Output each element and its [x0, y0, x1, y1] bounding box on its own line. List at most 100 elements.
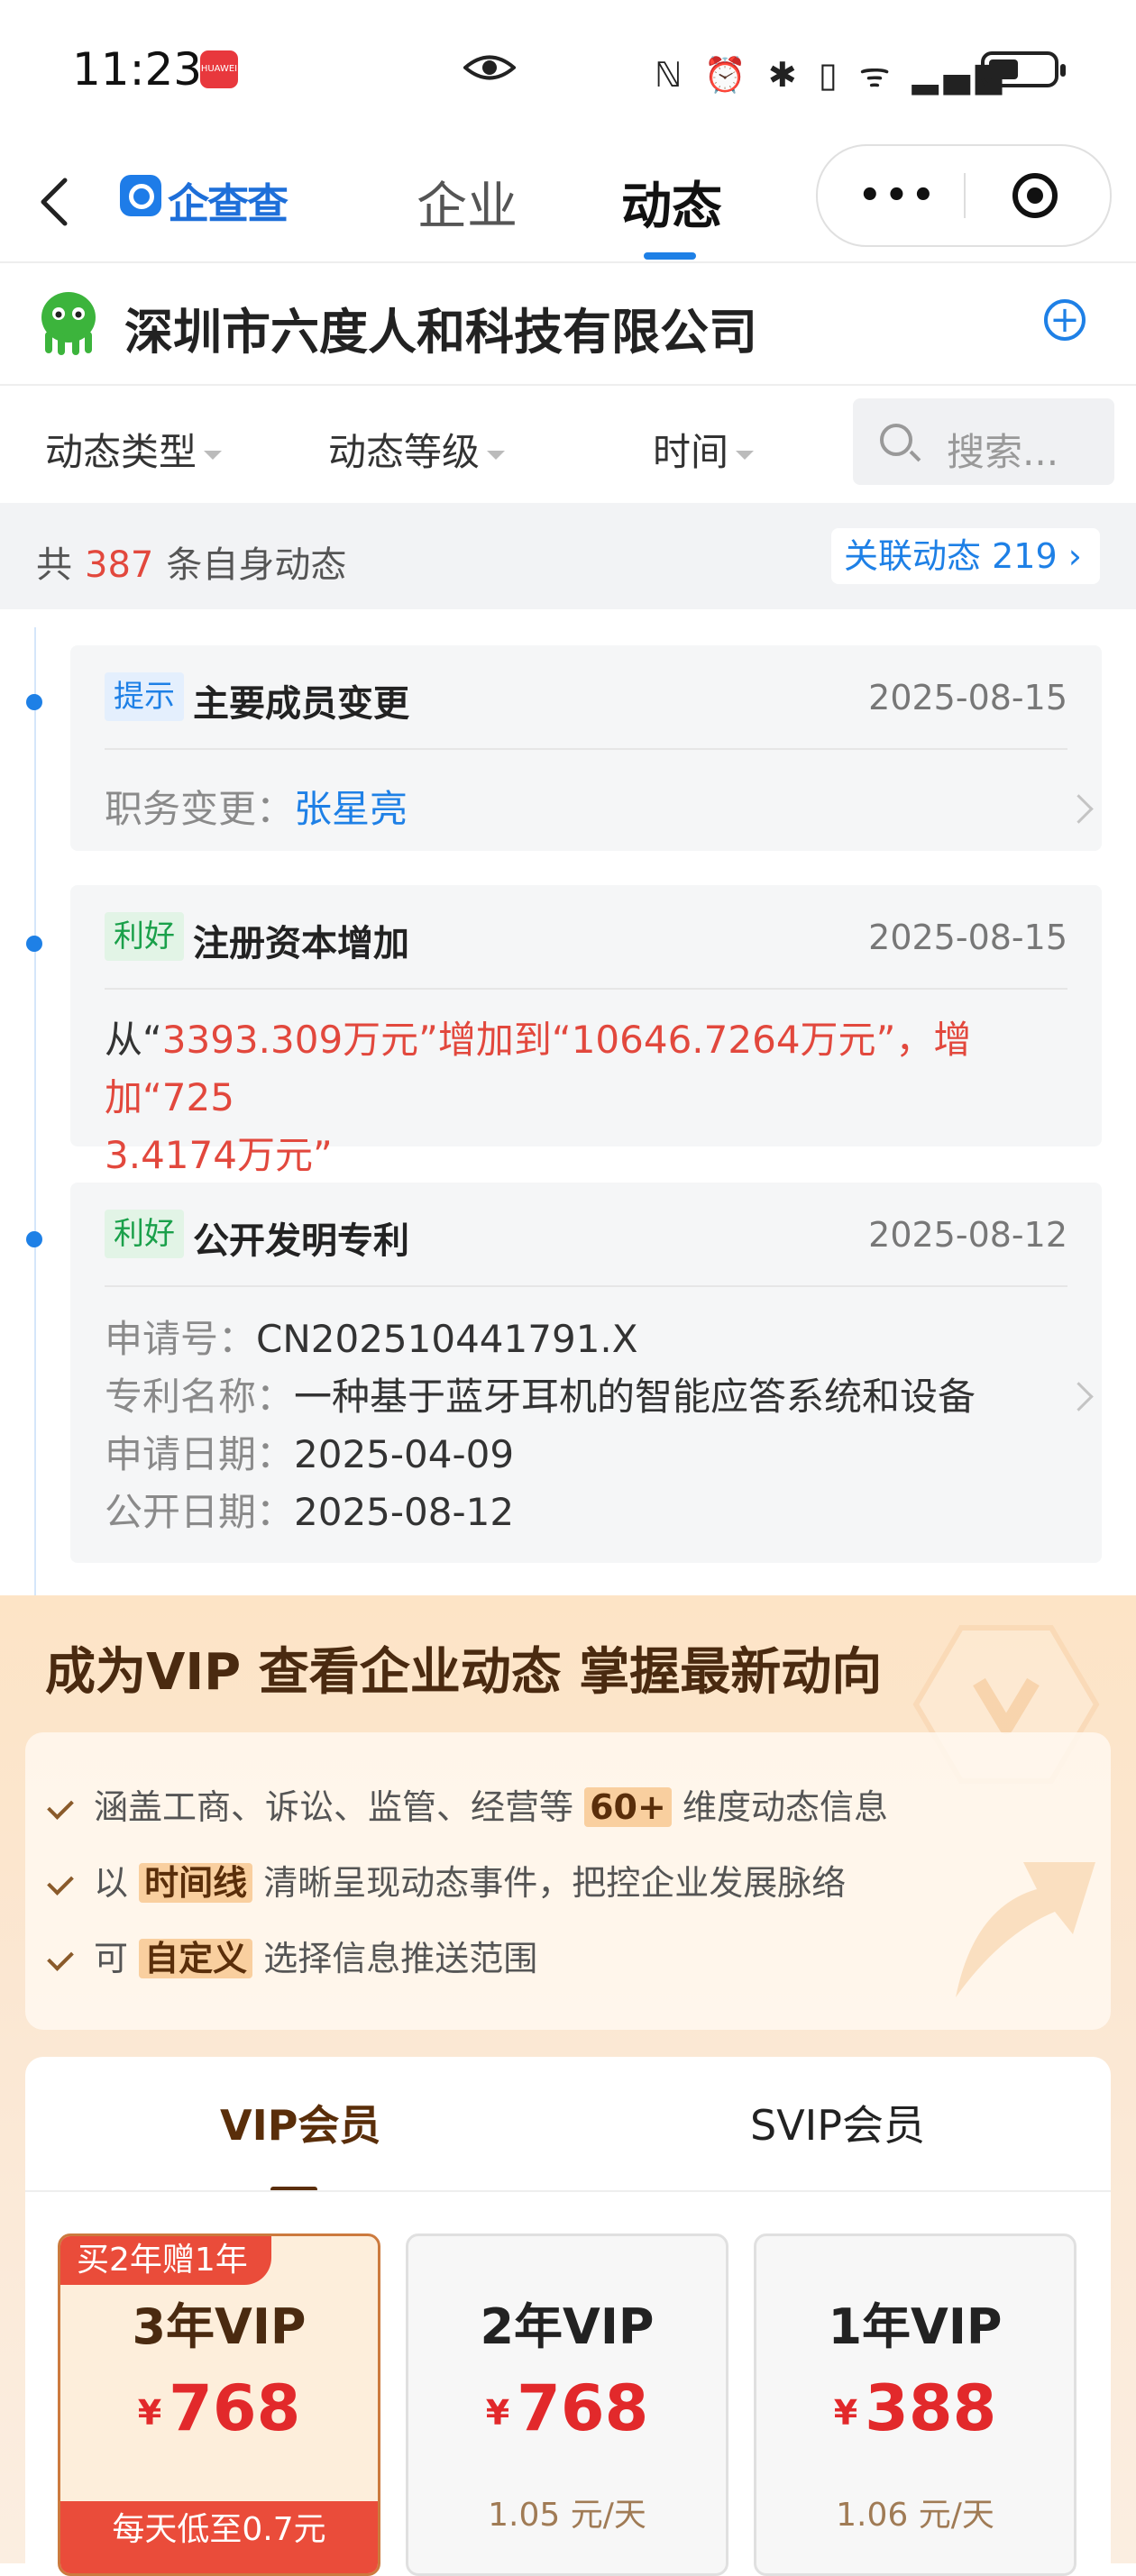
- card-divider: [105, 748, 1067, 750]
- app-logo-text: 企查查: [168, 179, 289, 228]
- benefit-text: 维度动态信息: [682, 1787, 888, 1827]
- benefit-highlight: 60+: [584, 1787, 672, 1827]
- filter-bar: 动态类型 动态等级 时间 搜索...: [0, 386, 1136, 503]
- status-bar: 11:23 HUAWEI ℕ ⏰ ✱ ▯ ᯤ ▂▄▆: [0, 0, 1136, 135]
- filter-label: 时间: [653, 430, 729, 474]
- search-input[interactable]: 搜索...: [853, 398, 1114, 485]
- value-from: 3393.309万元: [161, 1018, 419, 1062]
- chevron-right-icon: [1064, 1382, 1094, 1411]
- field-value: 一种基于蓝牙耳机的智能应答系统和设备: [294, 1375, 976, 1419]
- benefit-text: 清晰呈现动态事件，把控企业发展脉络: [263, 1863, 847, 1903]
- timeline-card-capital-increase[interactable]: 利好 注册资本增加 2025-08-15 从“3393.309万元”增加到“10…: [70, 885, 1102, 1177]
- price-value: 768: [169, 2371, 301, 2445]
- plan-panel: VIP会员 SVIP会员 买2年赠1年 3年VIP ¥768 每天低至0.7元 …: [25, 2057, 1111, 2576]
- check-icon: [47, 1868, 74, 1895]
- benefit-text: 以: [94, 1863, 129, 1903]
- search-icon: [880, 424, 912, 456]
- patent-field: 申请号：CN202510441791.X: [105, 1309, 638, 1364]
- filter-time[interactable]: 时间: [653, 422, 755, 477]
- back-icon[interactable]: [36, 175, 72, 229]
- card-row: 职务变更：张星亮: [105, 779, 408, 834]
- plan-price: ¥768: [60, 2371, 378, 2445]
- tab-dynamics[interactable]: 动态: [621, 166, 722, 239]
- plan-per-day: 1.06 元/天: [836, 2497, 994, 2534]
- price-value: 768: [517, 2371, 649, 2445]
- currency-symbol: ¥: [833, 2393, 858, 2433]
- add-follow-icon[interactable]: +: [1044, 299, 1086, 341]
- summary-count: 387: [85, 544, 154, 586]
- timeline-card-patent[interactable]: 利好 公开发明专利 2025-08-12 申请号：CN202510441791.…: [70, 1183, 1102, 1563]
- close-miniapp-icon[interactable]: [1012, 173, 1058, 218]
- eye-icon: [463, 55, 516, 80]
- value-to: 10646.7264万元: [571, 1018, 876, 1062]
- plan-daily-banner: 每天低至0.7元: [60, 2501, 378, 2573]
- status-time: 11:23: [72, 43, 203, 96]
- capsule-divider: [964, 173, 966, 218]
- benefit-item: 可 自定义 选择信息推送范围: [47, 1931, 538, 1980]
- benefit-text: 选择信息推送范围: [263, 1939, 538, 1978]
- field-label: 职务变更：: [105, 787, 295, 831]
- plan-2-year[interactable]: 2年VIP ¥768 1.05 元/天: [406, 2233, 728, 2576]
- plan-price: ¥388: [756, 2371, 1074, 2445]
- tab-svip[interactable]: SVIP会员: [750, 2093, 925, 2152]
- text-part: ”增加到“: [418, 1018, 572, 1062]
- check-icon: [47, 1944, 74, 1971]
- field-label: 申请日期：: [105, 1432, 295, 1476]
- tag-positive: 利好: [105, 1210, 184, 1258]
- timeline-line: [34, 627, 36, 1595]
- currency-symbol: ¥: [485, 2393, 510, 2433]
- filter-label: 动态等级: [328, 430, 481, 474]
- benefit-item: 涵盖工商、诉讼、监管、经营等 60+ 维度动态信息: [47, 1779, 888, 1829]
- plan-name: 3年VIP: [132, 2298, 307, 2355]
- tab-vip[interactable]: VIP会员: [220, 2093, 380, 2152]
- filter-label: 动态类型: [45, 430, 197, 474]
- filter-dynamic-level[interactable]: 动态等级: [328, 422, 506, 477]
- arrow-up-icon: [956, 1862, 1095, 1997]
- patent-field: 公开日期：2025-08-12: [105, 1482, 514, 1537]
- plan-per-day: 1.05 元/天: [488, 2497, 646, 2534]
- caret-down-icon: [736, 450, 755, 460]
- company-name[interactable]: 深圳市六度人和科技有限公司: [124, 292, 757, 363]
- field-value: 2025-04-09: [294, 1432, 515, 1476]
- card-divider: [105, 988, 1067, 990]
- tag-positive: 利好: [105, 912, 184, 961]
- text-part: 从“: [105, 1018, 162, 1062]
- card-date: 2025-08-15: [868, 678, 1067, 717]
- more-icon[interactable]: •••: [858, 178, 939, 214]
- chevron-right-icon: ›: [1067, 536, 1082, 576]
- filter-dynamic-type[interactable]: 动态类型: [45, 422, 223, 477]
- plan-tab-divider: [25, 2190, 1111, 2192]
- tab-company[interactable]: 企业: [417, 166, 518, 239]
- timeline-dot: [26, 694, 42, 710]
- patent-field: 专利名称：一种基于蓝牙耳机的智能应答系统和设备: [105, 1366, 976, 1421]
- summary-prefix: 共: [36, 544, 72, 586]
- card-title: 注册资本增加: [193, 923, 409, 964]
- tag-tip: 提示: [105, 672, 184, 721]
- status-icons: ℕ ⏰ ✱ ▯ ᯤ ▂▄▆: [655, 55, 1008, 95]
- plan-3-year[interactable]: 买2年赠1年 3年VIP ¥768 每天低至0.7元: [58, 2233, 380, 2576]
- timeline-card-member-change[interactable]: 提示 主要成员变更 2025-08-15 职务变更：张星亮: [70, 645, 1102, 851]
- field-label: 申请号：: [105, 1317, 257, 1361]
- related-dynamics-button[interactable]: 关联动态 219 ›: [831, 528, 1100, 584]
- card-date: 2025-08-15: [868, 918, 1067, 957]
- benefit-highlight: 时间线: [139, 1863, 253, 1903]
- field-label: 专利名称：: [105, 1375, 295, 1419]
- person-link[interactable]: 张星亮: [294, 787, 408, 831]
- value-increase: 3.4174万元: [105, 1133, 313, 1177]
- text-part: ”: [312, 1133, 333, 1177]
- card-date: 2025-08-12: [868, 1215, 1067, 1255]
- miniapp-capsule: •••: [816, 144, 1112, 247]
- timeline-dot: [26, 936, 42, 952]
- vip-promo: 成为VIP 查看企业动态 掌握最新动向 涵盖工商、诉讼、监管、经营等 60+ 维…: [0, 1595, 1136, 2576]
- caret-down-icon: [487, 450, 506, 460]
- plan-name: 1年VIP: [828, 2298, 1003, 2355]
- related-count: 219: [992, 536, 1058, 576]
- plan-1-year[interactable]: 1年VIP ¥388 1.06 元/天: [754, 2233, 1076, 2576]
- active-tab-indicator: [644, 252, 696, 260]
- plan-promo-ribbon: 买2年赠1年: [60, 2236, 271, 2285]
- qichacha-logo-icon: [120, 175, 161, 216]
- huawei-app-icon: HUAWEI: [200, 50, 238, 88]
- timeline: 提示 主要成员变更 2025-08-15 职务变更：张星亮 利好 注册资本增加 …: [0, 609, 1136, 1595]
- plan-name: 2年VIP: [480, 2298, 655, 2355]
- benefit-item: 以 时间线 清晰呈现动态事件，把控企业发展脉络: [47, 1855, 847, 1905]
